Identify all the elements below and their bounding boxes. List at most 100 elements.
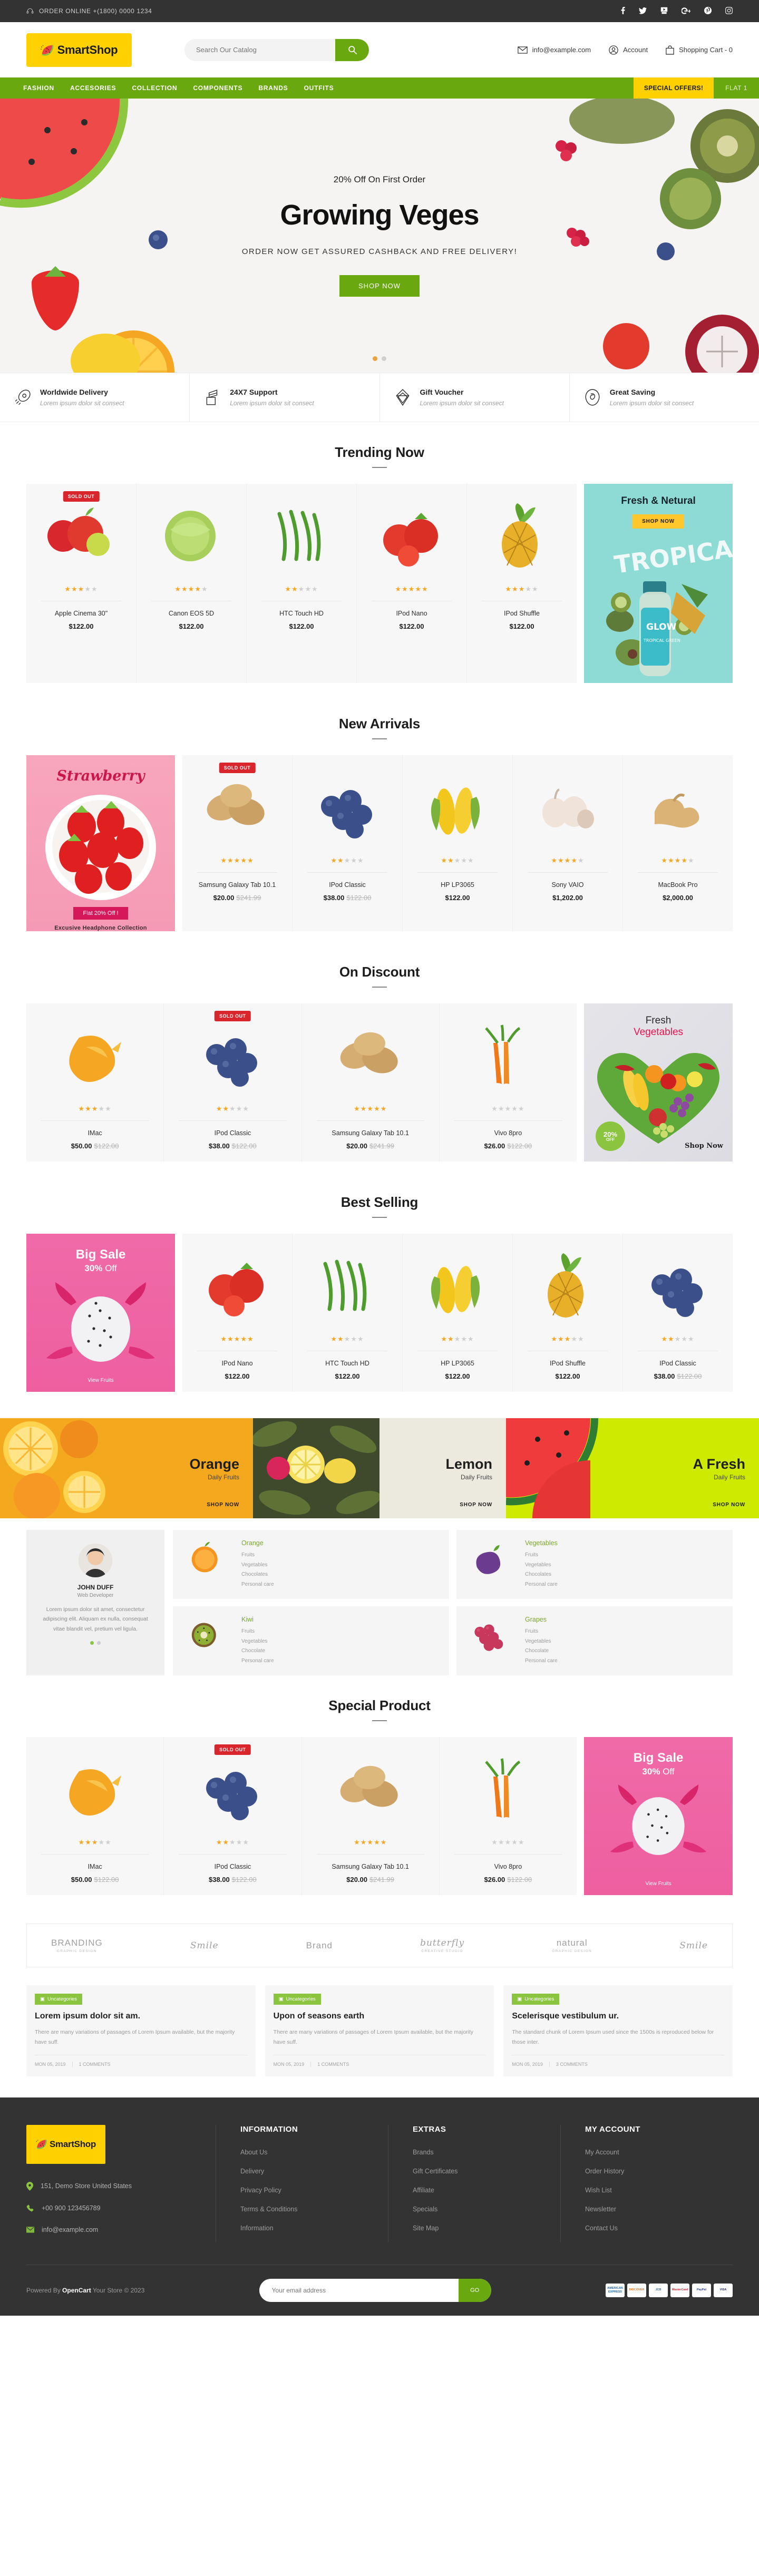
nav-item-collection[interactable]: COLLECTION xyxy=(132,84,177,92)
category-box-item[interactable]: Vegetables xyxy=(241,1637,274,1647)
footer-link[interactable]: About Us xyxy=(240,2149,267,2156)
product-card[interactable]: ★★★★★ HTC Touch HD $122.00 xyxy=(293,1234,403,1392)
footer-link[interactable]: Wish List xyxy=(585,2187,612,2194)
cart-link[interactable]: Shopping Cart - 0 xyxy=(666,45,733,55)
product-card[interactable]: ★★★★★ HTC Touch HD $122.00 xyxy=(247,484,357,683)
hero-shop-now-button[interactable]: SHOP NOW xyxy=(339,275,420,297)
product-card[interactable]: ★★★★★ IPod Shuffle $122.00 xyxy=(513,1234,623,1392)
footer-link[interactable]: Specials xyxy=(413,2206,437,2213)
footer-link[interactable]: Terms & Conditions xyxy=(240,2206,297,2213)
testimonial-dot-2[interactable] xyxy=(97,1641,101,1645)
hero-dot-2[interactable] xyxy=(382,356,386,361)
googleplus-icon[interactable] xyxy=(681,7,691,15)
product-card[interactable]: ★★★★★ MacBook Pro $2,000.00 xyxy=(623,755,733,931)
category-box-item[interactable]: Fruits xyxy=(525,1627,558,1637)
product-card[interactable]: ★★★★★ Sony VAIO $1,202.00 xyxy=(513,755,623,931)
product-card[interactable]: ★★★★★ IPod Nano $122.00 xyxy=(357,484,467,683)
banner-shop-now-link[interactable]: Shop Now xyxy=(685,1142,723,1150)
brand-logo[interactable]: BRANDING GRAPHIC DESIGN xyxy=(51,1938,103,1953)
product-card[interactable]: ★★★★★ IPod Classic $38.00 $122.00 xyxy=(623,1234,733,1392)
product-card[interactable]: ★★★★★ IMac $50.00 $122.00 xyxy=(26,1737,164,1895)
nav-item-fashion[interactable]: FASHION xyxy=(23,84,54,92)
search-button[interactable] xyxy=(335,38,369,61)
category-box-item[interactable]: Vegetables xyxy=(241,1560,274,1570)
footer-link[interactable]: Brands xyxy=(413,2149,434,2156)
nav-item-brands[interactable]: BRANDS xyxy=(258,84,288,92)
product-card[interactable]: ★★★★★ IPod Classic $38.00 $122.00 xyxy=(293,755,403,931)
category-box-item[interactable]: Fruits xyxy=(241,1627,274,1637)
banner-big-sale-2[interactable]: Big Sale 30% Off View Fruits xyxy=(584,1737,733,1895)
footer-link[interactable]: Order History xyxy=(585,2168,624,2175)
search-input[interactable] xyxy=(184,46,335,54)
brand-logo[interactable]: Smile xyxy=(190,1940,219,1951)
blog-tag[interactable]: ▣ Uncategories xyxy=(35,1994,82,2005)
email-link[interactable]: info@example.com xyxy=(517,46,591,54)
footer-link[interactable]: My Account xyxy=(585,2149,619,2156)
category-box[interactable]: Vegetables Fruits Vegetables Chocolates Pers… xyxy=(456,1530,733,1599)
category-box-item[interactable]: Personal care xyxy=(241,1580,274,1590)
banner-fresh-vegetables[interactable]: Fresh Vegetables 20% OFF Shop Now xyxy=(584,1003,733,1162)
blog-post-card[interactable]: ▣ Uncategories Scelerisque vestibulum ur. T… xyxy=(503,1985,733,2076)
product-card[interactable]: SOLD OUT ★★★★★ IPod Classic $38.00 $122.00 xyxy=(164,1003,302,1162)
banner-big-sale[interactable]: Big Sale 30% Off View Fruits xyxy=(26,1234,175,1392)
footer-logo[interactable]: SmartShop xyxy=(26,2124,105,2164)
facebook-icon[interactable] xyxy=(621,7,625,15)
newsletter-email-input[interactable] xyxy=(259,2286,459,2294)
product-card[interactable]: ★★★★★ IMac $50.00 $122.00 xyxy=(26,1003,164,1162)
product-card[interactable]: ★★★★★ HP LP3065 $122.00 xyxy=(403,755,513,931)
category-box-item[interactable]: Chocolate xyxy=(241,1646,274,1656)
instagram-icon[interactable] xyxy=(725,7,733,15)
newsletter-go-button[interactable]: GO xyxy=(458,2278,491,2302)
category-box-item[interactable]: Personal care xyxy=(525,1656,558,1666)
brand-logo[interactable]: natural GRAPHIC DESIGN xyxy=(552,1938,592,1953)
blog-tag[interactable]: ▣ Uncategories xyxy=(273,1994,321,2005)
category-box[interactable]: Kiwi Fruits Vegetables Chocolate Personal ca… xyxy=(173,1606,449,1675)
product-card[interactable]: ★★★★★ IPod Shuffle $122.00 xyxy=(467,484,577,683)
category-box-item[interactable]: Chocolate xyxy=(525,1646,558,1656)
blog-post-card[interactable]: ▣ Uncategories Lorem ipsum dolor sit am. Th… xyxy=(26,1985,256,2076)
nav-item-components[interactable]: COMPONENTS xyxy=(193,84,242,92)
product-card[interactable]: SOLD OUT ★★★★★ Samsung Galaxy Tab 10.1 $20.… xyxy=(182,755,293,931)
banner-view-fruits-link[interactable]: View Fruits xyxy=(584,1881,733,1887)
category-box[interactable]: Grapes Fruits Vegetables Chocolate Personal … xyxy=(456,1606,733,1675)
product-card[interactable]: ★★★★★ HP LP3065 $122.00 xyxy=(403,1234,513,1392)
product-card[interactable]: ★★★★★ IPod Nano $122.00 xyxy=(182,1234,293,1392)
twitter-icon[interactable] xyxy=(639,7,647,15)
footer-link[interactable]: Affiliate xyxy=(413,2187,434,2194)
footer-link[interactable]: Information xyxy=(240,2224,274,2232)
category-banner-lemon[interactable]: Lemon Daily Fruits SHOP NOW xyxy=(253,1418,506,1518)
banner-fresh-netural[interactable]: Fresh & Netural SHOP NOW TROPICAL GLOW T… xyxy=(584,484,733,683)
category-shop-now-link[interactable]: SHOP NOW xyxy=(460,1502,492,1508)
category-box-item[interactable]: Fruits xyxy=(525,1550,558,1560)
banner-view-fruits-link[interactable]: View Fruits xyxy=(26,1378,175,1383)
product-card[interactable]: ★★★★★ Samsung Galaxy Tab 10.1 $20.00 $241.9… xyxy=(302,1737,440,1895)
blog-tag[interactable]: ▣ Uncategories xyxy=(512,1994,560,2005)
pinterest-icon[interactable] xyxy=(704,7,712,15)
footer-link[interactable]: Newsletter xyxy=(585,2206,616,2213)
category-box[interactable]: Orange Fruits Vegetables Chocolates Personal… xyxy=(173,1530,449,1599)
banner-strawberry[interactable]: Strawberry Flat 20% Off ! Excusive Headp… xyxy=(26,755,175,931)
category-box-item[interactable]: Vegetables xyxy=(525,1560,558,1570)
product-card[interactable]: SOLD OUT ★★★★★ Apple Cinema 30" $122.00 xyxy=(26,484,137,683)
product-card[interactable]: ★★★★★ Vivo 8pro $26.00 $122.00 xyxy=(440,1737,577,1895)
category-shop-now-link[interactable]: SHOP NOW xyxy=(207,1502,239,1508)
category-shop-now-link[interactable]: SHOP NOW xyxy=(713,1502,745,1508)
category-box-item[interactable]: Personal care xyxy=(525,1580,558,1590)
footer-link[interactable]: Contact Us xyxy=(585,2224,618,2232)
copyright-brand[interactable]: OpenCart xyxy=(62,2287,91,2294)
product-card[interactable]: ★★★★★ Samsung Galaxy Tab 10.1 $20.00 $241.9… xyxy=(302,1003,440,1162)
category-box-item[interactable]: Vegetables xyxy=(525,1637,558,1647)
brand-logo[interactable]: Smile xyxy=(679,1940,708,1951)
youtube-icon[interactable] xyxy=(660,7,668,15)
brand-logo[interactable]: Brand xyxy=(306,1940,333,1951)
blog-post-card[interactable]: ▣ Uncategories Upon of seasons earth There … xyxy=(265,1985,494,2076)
footer-link[interactable]: Delivery xyxy=(240,2168,264,2175)
hero-dot-1[interactable] xyxy=(373,356,377,361)
footer-link[interactable]: Site Map xyxy=(413,2224,439,2232)
category-box-item[interactable]: Fruits xyxy=(241,1550,274,1560)
logo[interactable]: SmartShop xyxy=(26,33,132,67)
category-banner-orange[interactable]: Orange Daily Fruits SHOP NOW xyxy=(0,1418,253,1518)
footer-link[interactable]: Gift Certificates xyxy=(413,2168,458,2175)
banner-shop-now-button[interactable]: SHOP NOW xyxy=(632,514,684,529)
product-card[interactable]: SOLD OUT ★★★★★ IPod Classic $38.00 $122.00 xyxy=(164,1737,302,1895)
